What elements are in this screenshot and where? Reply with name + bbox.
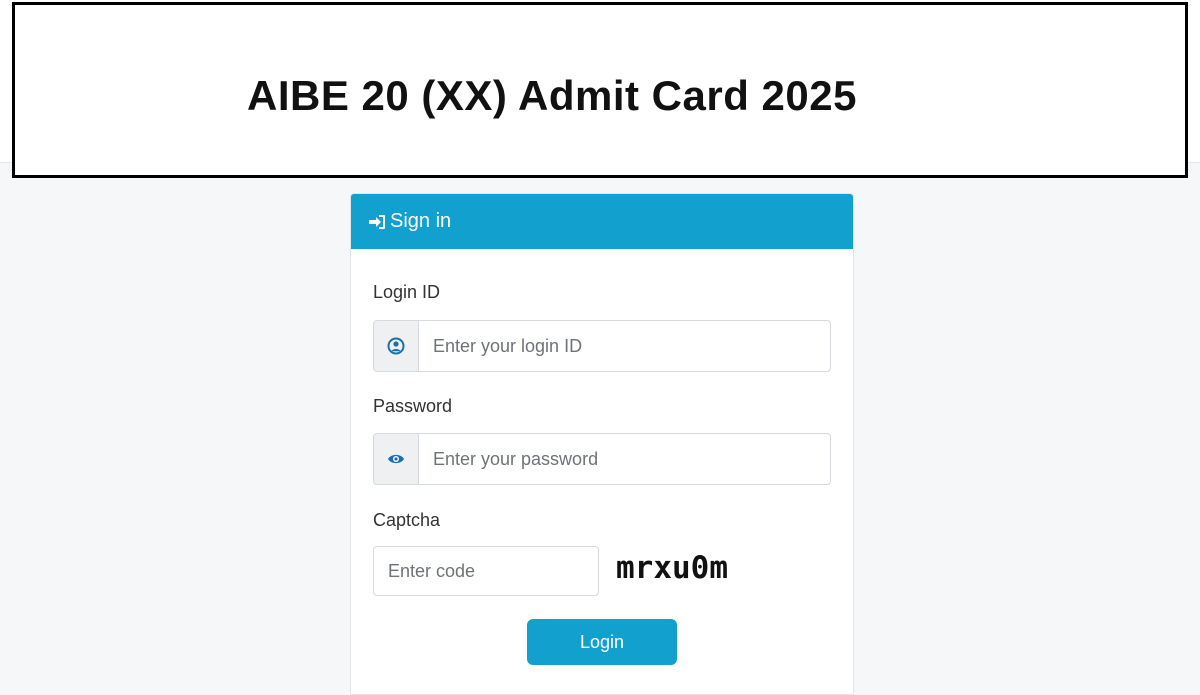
page-edge-fragment xyxy=(1196,24,1200,54)
captcha-label: Captcha xyxy=(373,510,441,530)
eye-icon[interactable] xyxy=(387,452,405,466)
login-id-input[interactable] xyxy=(419,321,830,371)
banner-title: AIBE 20 (XX) Admit Card 2025 xyxy=(247,72,857,119)
signin-card: Sign in Login ID Password Captcha mrxu0m… xyxy=(350,193,854,695)
login-id-group xyxy=(373,320,831,372)
password-addon[interactable] xyxy=(374,434,419,484)
captcha-input[interactable] xyxy=(373,546,599,596)
signin-card-header: Sign in xyxy=(351,194,853,249)
sign-in-icon xyxy=(369,214,385,229)
captcha-code: mrxu0m xyxy=(616,550,728,586)
password-group xyxy=(373,433,831,485)
login-button[interactable]: Login xyxy=(527,619,677,665)
signin-header-label: Sign in xyxy=(390,210,452,232)
title-banner: AIBE 20 (XX) Admit Card 2025 xyxy=(12,2,1188,178)
password-input[interactable] xyxy=(419,434,830,484)
login-id-label: Login ID xyxy=(373,282,441,302)
login-id-addon xyxy=(374,321,419,371)
password-label: Password xyxy=(373,396,453,416)
user-circle-icon xyxy=(387,337,405,355)
